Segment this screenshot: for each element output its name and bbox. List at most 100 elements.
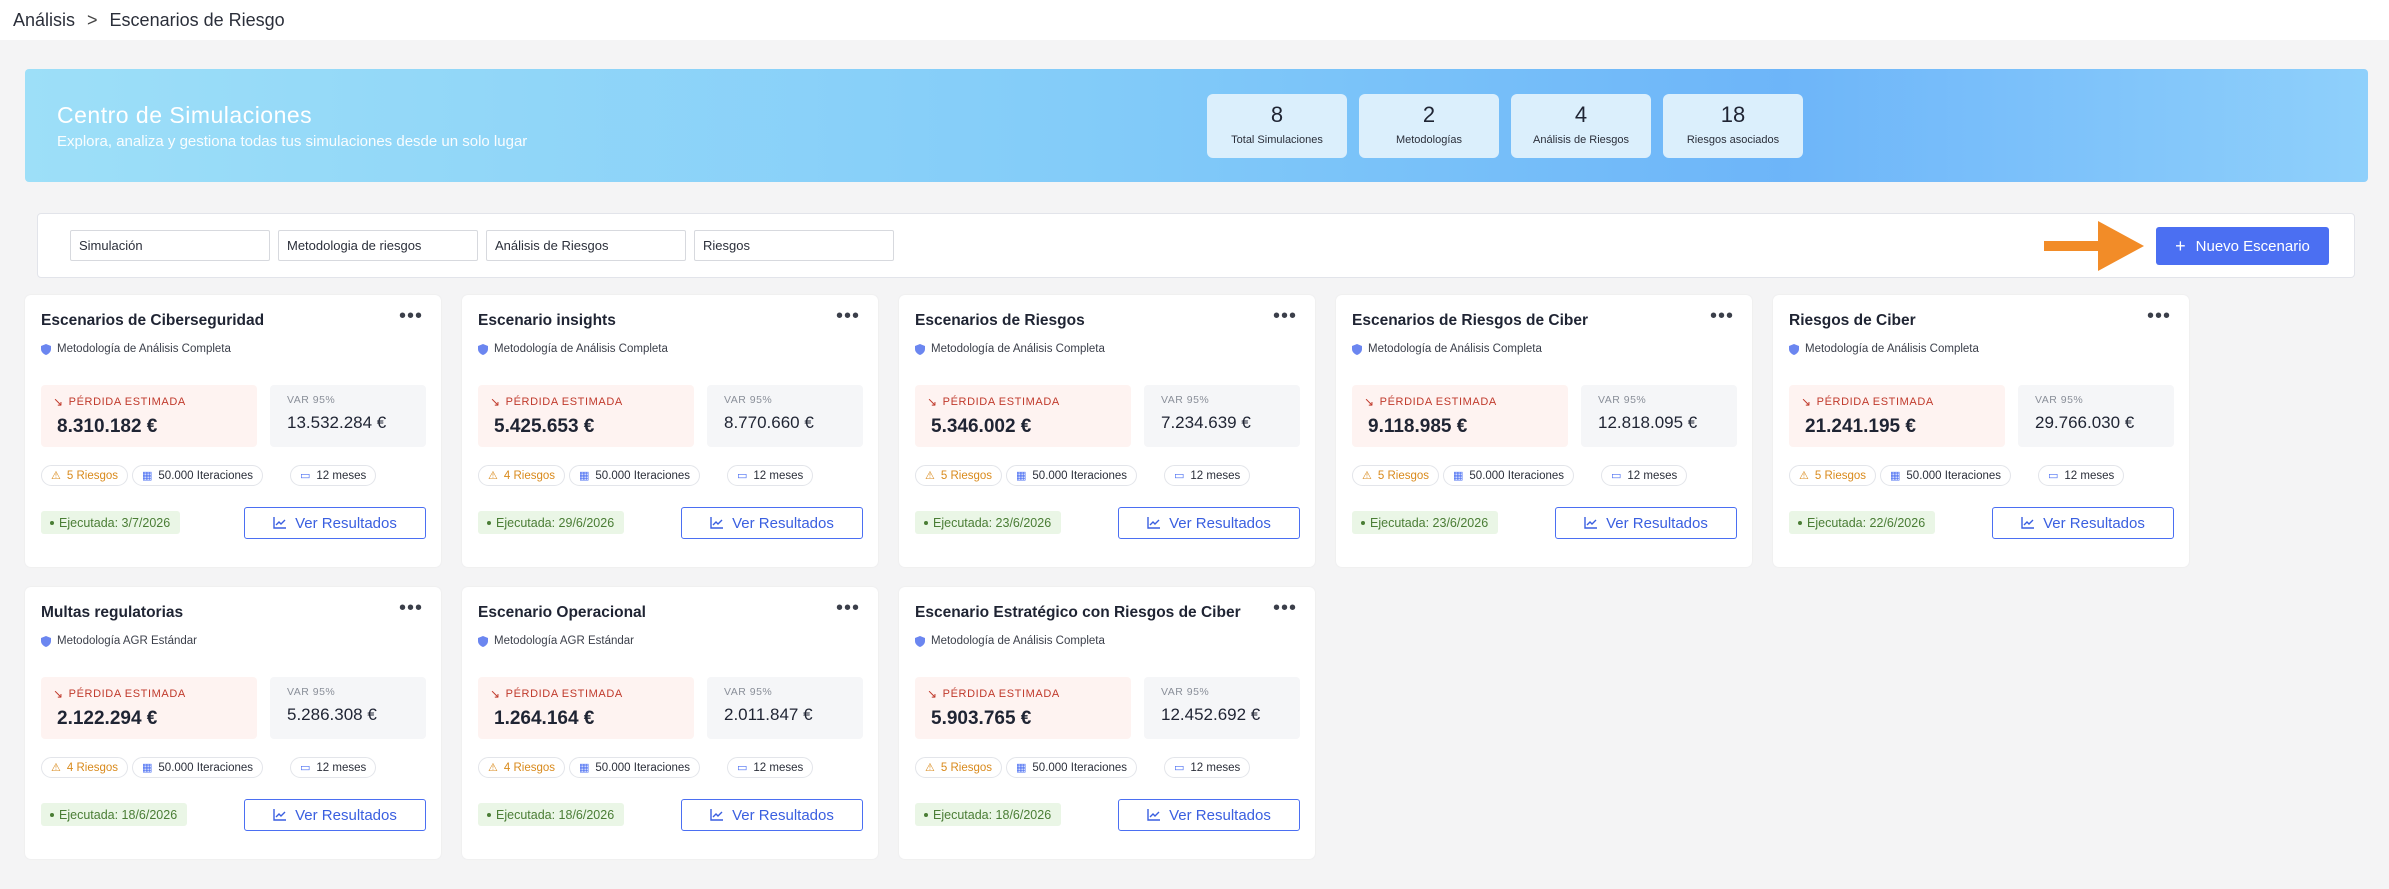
calendar-icon: ▭ <box>300 762 311 774</box>
view-results-button[interactable]: Ver Resultados <box>244 799 426 831</box>
new-scenario-button[interactable]: + Nuevo Escenario <box>2156 227 2329 265</box>
risks-count: 5 Riesgos <box>940 469 993 482</box>
iterations-chip: ▦ 50.000 Iteraciones <box>1443 465 1575 486</box>
view-results-button[interactable]: Ver Resultados <box>681 507 863 539</box>
estimated-loss-label: ↘ PÉRDIDA ESTIMADA <box>1801 395 1934 409</box>
iterations-chip: ▦ 50.000 Iteraciones <box>1880 465 2012 486</box>
period-chip: ▭ 12 meses <box>1601 465 1688 486</box>
execution-status-badge: Ejecutada: 18/6/2026 <box>478 803 625 826</box>
iterations-count: 50.000 Iteraciones <box>1032 761 1128 774</box>
estimated-loss-panel: ↘ PÉRDIDA ESTIMADA 21.241.195 € <box>1789 385 2005 447</box>
scenario-title[interactable]: Multas regulatorias <box>41 604 183 622</box>
methodology-label: Metodología de Análisis Completa <box>931 343 1105 355</box>
breadcrumb-parent-link[interactable]: Análisis <box>13 10 75 31</box>
warning-icon: ⚠ <box>1362 470 1372 482</box>
status-dot-icon <box>1361 520 1365 525</box>
chart-line-icon <box>1147 809 1161 821</box>
execution-status-badge: Ejecutada: 18/6/2026 <box>915 803 1062 826</box>
more-options-icon[interactable]: ••• <box>1273 597 1297 620</box>
risks-chip: ⚠ 5 Riesgos <box>1352 465 1440 486</box>
more-options-icon[interactable]: ••• <box>1273 305 1297 328</box>
risks-chip: ⚠ 5 Riesgos <box>41 465 129 486</box>
more-options-icon[interactable]: ••• <box>836 597 860 620</box>
stat-value: 18 <box>1720 102 1746 127</box>
view-results-label: Ver Resultados <box>295 806 397 824</box>
scenario-title[interactable]: Riesgos de Ciber <box>1789 312 1916 330</box>
stat-label: Análisis de Riesgos <box>1533 134 1629 146</box>
view-results-button[interactable]: Ver Resultados <box>1992 507 2174 539</box>
var-value: 12.818.095 € <box>1598 413 1698 432</box>
scenario-title[interactable]: Escenario insights <box>478 312 616 330</box>
estimated-loss-panel: ↘ PÉRDIDA ESTIMADA 9.118.985 € <box>1352 385 1568 447</box>
stat-total-simulations: 8 Total Simulaciones <box>1207 94 1347 158</box>
period-chip: ▭ 12 meses <box>727 757 814 778</box>
shield-icon <box>41 343 51 355</box>
iterations-chip: ▦ 50.000 Iteraciones <box>569 757 701 778</box>
execution-date: Ejecutada: 18/6/2026 <box>496 807 615 822</box>
var-label: VAR 95% <box>1598 394 1647 406</box>
execution-status-badge: Ejecutada: 18/6/2026 <box>41 803 188 826</box>
more-options-icon[interactable]: ••• <box>399 305 423 328</box>
period-chip: ▭ 12 meses <box>290 757 377 778</box>
methodology: Metodología de Análisis Completa <box>1789 343 1979 355</box>
calendar-icon: ▭ <box>737 470 748 482</box>
execution-date: Ejecutada: 23/6/2026 <box>1370 515 1489 530</box>
chart-line-icon <box>710 809 724 821</box>
page-title: Centro de Simulaciones <box>57 102 313 128</box>
var-value: 7.234.639 € <box>1161 413 1251 432</box>
view-results-button[interactable]: Ver Resultados <box>244 507 426 539</box>
var-value: 29.766.030 € <box>2035 413 2135 432</box>
estimated-loss-panel: ↘ PÉRDIDA ESTIMADA 2.122.294 € <box>41 677 257 739</box>
methodology: Metodología AGR Estándar <box>478 635 634 647</box>
execution-status-badge: Ejecutada: 3/7/2026 <box>41 511 181 534</box>
period-value: 12 meses <box>1627 469 1678 482</box>
filter-methodology[interactable]: Metodologia de riesgos <box>278 230 478 261</box>
warning-icon: ⚠ <box>51 762 61 774</box>
estimated-loss-value: 2.122.294 € <box>57 708 158 729</box>
stat-methodologies: 2 Metodologías <box>1359 94 1499 158</box>
period-chip: ▭ 12 meses <box>1164 465 1251 486</box>
estimated-loss-label: ↘ PÉRDIDA ESTIMADA <box>53 687 186 701</box>
methodology-label: Metodología de Análisis Completa <box>931 635 1105 647</box>
view-results-label: Ver Resultados <box>2043 514 2145 532</box>
scenario-card: Riesgos de Ciber ••• Metodología de Anál… <box>1773 295 2189 567</box>
trend-down-icon: ↘ <box>1801 395 1812 409</box>
var-value: 12.452.692 € <box>1161 705 1261 724</box>
risks-count: 5 Riesgos <box>1814 469 1867 482</box>
more-options-icon[interactable]: ••• <box>399 597 423 620</box>
grid-icon: ▦ <box>1453 470 1464 482</box>
stat-label: Riesgos asociados <box>1686 134 1780 146</box>
new-scenario-label: Nuevo Escenario <box>2195 237 2310 255</box>
arrow-pointer-icon <box>2044 221 2144 271</box>
var-value: 13.532.284 € <box>287 413 387 432</box>
filter-simulation[interactable]: Simulación <box>70 230 270 261</box>
view-results-button[interactable]: Ver Resultados <box>1118 507 1300 539</box>
risks-chip: ⚠ 4 Riesgos <box>41 757 129 778</box>
period-chip: ▭ 12 meses <box>727 465 814 486</box>
chart-line-icon <box>273 809 287 821</box>
execution-date: Ejecutada: 18/6/2026 <box>59 807 178 822</box>
var-panel: VAR 95% 12.452.692 € <box>1144 677 1300 739</box>
scenario-title[interactable]: Escenarios de Riesgos de Ciber <box>1352 312 1588 330</box>
shield-icon <box>478 635 488 647</box>
scenario-card: Escenarios de Riesgos de Ciber ••• Metod… <box>1336 295 1752 567</box>
view-results-button[interactable]: Ver Resultados <box>1555 507 1737 539</box>
loss-label-text: PÉRDIDA ESTIMADA <box>1816 396 1934 408</box>
loss-label-text: PÉRDIDA ESTIMADA <box>68 396 186 408</box>
scenario-title[interactable]: Escenarios de Riesgos <box>915 312 1085 330</box>
view-results-button[interactable]: Ver Resultados <box>681 799 863 831</box>
scenario-title[interactable]: Escenario Operacional <box>478 604 646 622</box>
view-results-button[interactable]: Ver Resultados <box>1118 799 1300 831</box>
more-options-icon[interactable]: ••• <box>2147 305 2171 328</box>
filter-risk-analysis[interactable]: Análisis de Riesgos <box>486 230 686 261</box>
estimated-loss-value: 5.903.765 € <box>931 708 1032 729</box>
stat-value: 8 <box>1270 102 1284 127</box>
methodology-label: Metodología de Análisis Completa <box>494 343 668 355</box>
filter-risks[interactable]: Riesgos <box>694 230 894 261</box>
scenario-title[interactable]: Escenarios de Ciberseguridad <box>41 312 264 330</box>
more-options-icon[interactable]: ••• <box>1710 305 1734 328</box>
estimated-loss-panel: ↘ PÉRDIDA ESTIMADA 8.310.182 € <box>41 385 257 447</box>
more-options-icon[interactable]: ••• <box>836 305 860 328</box>
estimated-loss-label: ↘ PÉRDIDA ESTIMADA <box>1364 395 1497 409</box>
scenario-title[interactable]: Escenario Estratégico con Riesgos de Cib… <box>915 604 1241 622</box>
